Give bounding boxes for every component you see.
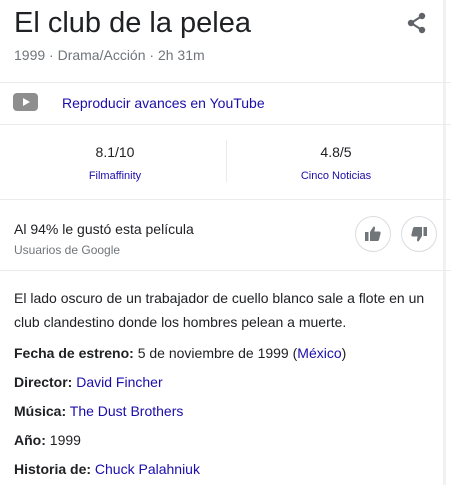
fact-story-by: Historia de: Chuck Palahniuk: [14, 459, 200, 479]
fact-label: Historia de:: [14, 461, 92, 477]
fact-year: Año: 1999: [14, 430, 81, 450]
fact-value: 1999: [49, 432, 81, 448]
ratings-panel: 8.1/10 Filmaffinity 4.8/5 Cinco Noticias: [0, 124, 451, 199]
fact-director: Director: David Fincher: [14, 372, 163, 392]
rating-cinco-noticias[interactable]: 4.8/5 Cinco Noticias: [231, 142, 441, 184]
divider: [0, 199, 451, 200]
youtube-trailer-link[interactable]: Reproducir avances en YouTube: [0, 83, 440, 123]
fact-label: Año:: [14, 432, 46, 448]
thumbs-up-icon: [365, 226, 381, 241]
movie-meta: 1999 · Drama/Acción · 2h 31m: [14, 47, 205, 63]
rating-score: 8.1/10: [95, 144, 135, 160]
rating-source-link[interactable]: Filmaffinity: [10, 168, 220, 184]
fact-release-date: Fecha de estreno: 5 de noviembre de 1999…: [14, 343, 346, 363]
scrollbar[interactable]: [443, 0, 446, 485]
movie-description: El lado oscuro de un trabajador de cuell…: [14, 290, 425, 330]
page-title: El club de la pelea: [14, 7, 251, 39]
fact-value-close: ): [341, 345, 347, 361]
fact-label: Director:: [14, 374, 73, 390]
divider: [0, 270, 451, 271]
share-button[interactable]: [406, 12, 428, 34]
release-country-link[interactable]: México: [297, 345, 341, 361]
director-link[interactable]: David Fincher: [76, 374, 162, 390]
thumbs-down-icon: [411, 227, 427, 242]
fact-label: Música:: [14, 403, 67, 419]
rating-score: 4.8/5: [320, 144, 352, 160]
story-author-link[interactable]: Chuck Palahniuk: [95, 461, 200, 477]
audience-source: Usuarios de Google: [14, 243, 121, 257]
fact-value: 5 de noviembre de 1999 (: [137, 345, 298, 361]
rating-filmaffinity[interactable]: 8.1/10 Filmaffinity: [10, 142, 220, 184]
thumbs-down-button[interactable]: [401, 216, 437, 252]
audience-liked-text: Al 94% le gustó esta película: [14, 221, 194, 237]
share-icon: [407, 12, 426, 34]
music-link[interactable]: The Dust Brothers: [70, 403, 184, 419]
thumbs-up-button[interactable]: [355, 216, 391, 252]
fact-music: Música: The Dust Brothers: [14, 401, 183, 421]
rating-separator: [226, 140, 227, 182]
rating-source-link[interactable]: Cinco Noticias: [231, 168, 441, 184]
youtube-trailer-label: Reproducir avances en YouTube: [62, 95, 265, 111]
youtube-play-icon: [13, 93, 38, 111]
fact-label: Fecha de estreno:: [14, 345, 134, 361]
